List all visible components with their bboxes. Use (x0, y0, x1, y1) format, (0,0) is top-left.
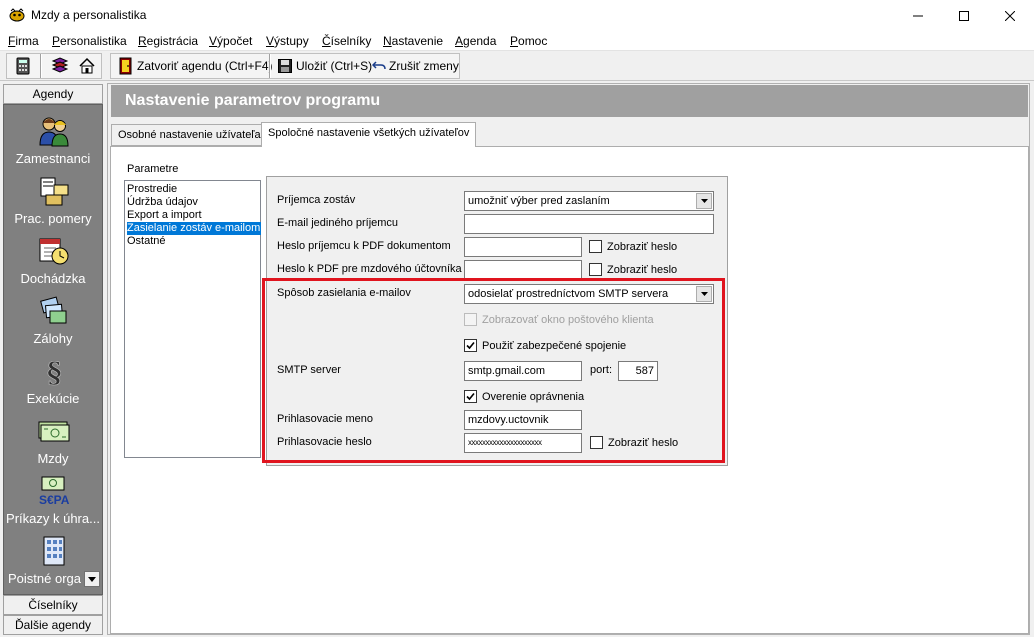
agendy-header[interactable]: Agendy (3, 84, 103, 104)
maximize-button[interactable] (941, 0, 987, 31)
agenda-sidebar: Agendy Zamestnanci Prac. pomery Dochádzk… (3, 83, 103, 637)
menu-firma[interactable]: Firma (8, 34, 39, 48)
parametre-label: Parametre (127, 163, 179, 175)
undo-changes-label: Zrušiť zmeny (389, 58, 459, 73)
sepa-icon: S€PA (39, 476, 70, 507)
chevron-down-icon (88, 576, 96, 582)
calculator-icon (16, 57, 30, 74)
pdf-password-field[interactable] (464, 237, 582, 257)
paragraph-icon: § (47, 356, 62, 387)
sidebar-item-exekucie[interactable]: § Exekúcie (4, 355, 102, 415)
menu-nastavenie[interactable]: Nastavenie (383, 34, 443, 48)
title-bar: Mzdy a personalistika (0, 0, 1034, 31)
undo-icon (372, 60, 386, 69)
single-email-label: E-mail jediného príjemcu (277, 217, 399, 229)
recipient-select[interactable]: umožniť výber pred zaslaním (464, 191, 714, 211)
close-button[interactable] (987, 0, 1033, 31)
checkbox-label: Zobraziť heslo (607, 263, 678, 276)
show-pdf-password-checkbox[interactable]: Zobraziť heslo (589, 240, 677, 253)
close-agenda-button[interactable]: Zatvoriť agendu (Ctrl+F4) (119, 54, 273, 77)
close-agenda-label: Zatvoriť agendu (Ctrl+F4) (137, 58, 273, 73)
recipient-label: Príjemca zostáv (277, 194, 356, 206)
calculator-button[interactable] (16, 54, 30, 77)
app-logo-icon (9, 8, 25, 22)
list-item-zasielanie-zostav[interactable]: Zasielanie zostáv e-mailom (127, 222, 262, 235)
list-item-ostatne[interactable]: Ostatné (127, 235, 167, 248)
checkbox-label: Zobraziť heslo (607, 240, 678, 253)
sidebar-item-mzdy[interactable]: Mzdy (4, 415, 102, 475)
agenda-list: Zamestnanci Prac. pomery Dochádzka Záloh… (3, 104, 103, 595)
menu-bar: Firma Personalistika Registrácia Výpočet… (0, 31, 1034, 51)
close-icon (1005, 10, 1015, 21)
sidebar-item-zalohy[interactable]: Zálohy (4, 295, 102, 355)
undo-changes-button[interactable]: Zrušiť zmeny (372, 54, 459, 77)
sidebar-item-prikazy[interactable]: S€PA Príkazy k úhra... (4, 475, 102, 535)
building-icon (43, 536, 65, 566)
minimize-icon (913, 15, 923, 16)
svg-text:§: § (47, 356, 62, 387)
accountant-password-label: Heslo k PDF pre mzdového účtovníka (277, 263, 462, 275)
recipient-dropdown-button[interactable] (696, 193, 712, 209)
sidebar-item-label: Dochádzka (20, 271, 86, 286)
list-item-prostredie[interactable]: Prostredie (127, 183, 178, 196)
sidebar-item-label: Príkazy k úhra... (6, 511, 100, 526)
sidebar-item-label: Zálohy (33, 331, 73, 346)
menu-vystupy[interactable]: Výstupy (266, 34, 309, 48)
sidebar-item-label: Zamestnanci (15, 151, 91, 166)
sidebar-item-zamestnanci[interactable]: Zamestnanci (4, 115, 102, 175)
pdf-password-label: Heslo príjemcu k PDF dokumentom (277, 240, 451, 252)
toolbar-separator (40, 54, 42, 78)
books-icon (51, 56, 69, 73)
chevron-down-icon (700, 199, 708, 203)
tab-osobne-nastavenie[interactable]: Osobné nastavenie užívateľa (111, 124, 268, 146)
cards-icon (40, 296, 67, 324)
accountant-password-field[interactable] (464, 260, 582, 280)
toolbar-separator (269, 54, 271, 78)
dalsie-agendy-header[interactable]: Ďalšie agendy (3, 615, 103, 635)
highlight-frame (262, 278, 725, 463)
checkbox-box (589, 240, 602, 253)
list-item-export-import[interactable]: Export a import (127, 209, 203, 222)
ciselniky-header[interactable]: Číselníky (3, 595, 103, 615)
page-title: Nastavenie parametrov programu (125, 92, 381, 109)
window-title: Mzdy a personalistika (31, 8, 147, 22)
menu-pomoc[interactable]: Pomoc (510, 34, 547, 48)
toolbar: Zatvoriť agendu (Ctrl+F4) Uložiť (Ctrl+S… (0, 51, 1034, 81)
single-email-field[interactable] (464, 214, 714, 234)
sidebar-scroll-down-button[interactable] (84, 571, 100, 587)
menu-personalistika[interactable]: Personalistika (52, 34, 127, 48)
money-icon (38, 421, 70, 442)
list-item-udrzba-udajov[interactable]: Údržba údajov (127, 196, 199, 209)
contract-icon (40, 177, 69, 206)
menu-registracia[interactable]: Registrácia (138, 34, 198, 48)
home-button[interactable] (78, 54, 96, 77)
menu-agenda[interactable]: Agenda (455, 34, 496, 48)
sidebar-item-prac-pomery[interactable]: Prac. pomery (4, 175, 102, 235)
sidebar-item-label: Exekúcie (26, 391, 80, 406)
save-label: Uložiť (Ctrl+S) (296, 58, 373, 73)
people-icon (39, 117, 69, 147)
show-accountant-password-checkbox[interactable]: Zobraziť heslo (589, 263, 677, 276)
menu-vypocet[interactable]: Výpočet (209, 34, 252, 48)
sidebar-item-label: Mzdy (37, 451, 69, 466)
minimize-button[interactable] (895, 0, 941, 31)
books-button[interactable] (51, 54, 69, 77)
svg-text:S€PA: S€PA (39, 493, 70, 507)
door-exit-icon (119, 57, 132, 74)
home-icon (79, 57, 95, 73)
menu-ciselniky[interactable]: Číselníky (322, 34, 371, 48)
save-button[interactable]: Uložiť (Ctrl+S) (278, 54, 372, 77)
maximize-icon (959, 10, 969, 21)
sidebar-item-label: Prac. pomery (14, 211, 92, 226)
parameter-list: Prostredie Údržba údajov Export a import… (124, 180, 262, 458)
floppy-save-icon (278, 58, 292, 73)
tab-spolocne-nastavenie[interactable]: Spoločné nastavenie všetkých užívateľov (261, 122, 477, 147)
checkbox-box (589, 263, 602, 276)
page-banner: Nastavenie parametrov programu (111, 85, 1028, 117)
sidebar-item-dochadzka[interactable]: Dochádzka (4, 235, 102, 295)
calendar-clock-icon (39, 238, 69, 265)
recipient-select-value: umožniť výber pred zaslaním (468, 195, 610, 207)
